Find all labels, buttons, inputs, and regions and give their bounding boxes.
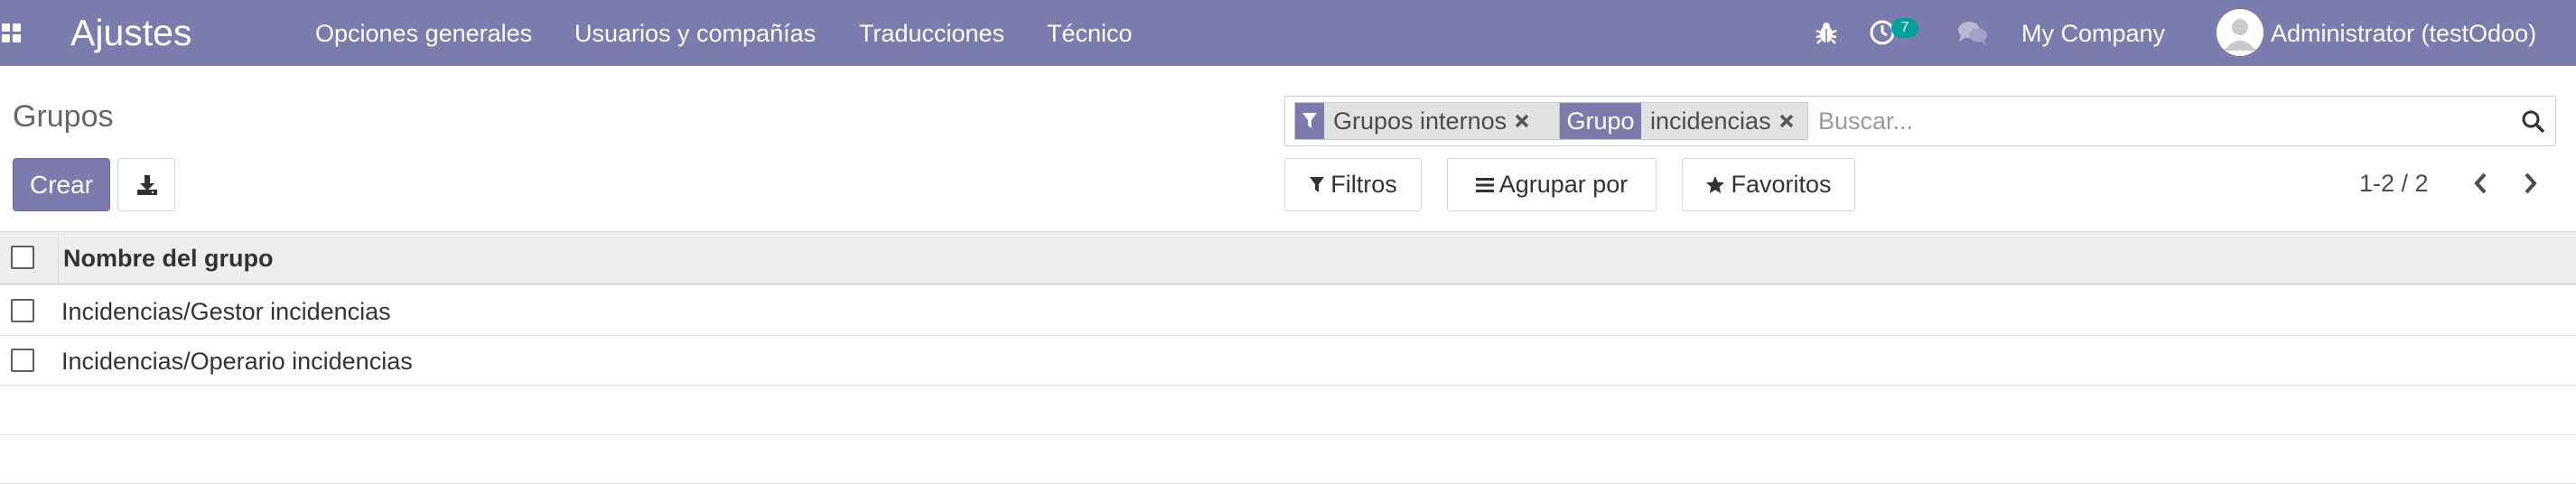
select-all-checkbox[interactable] <box>11 246 34 269</box>
filter-icon <box>1310 176 1325 192</box>
activity-count-badge: 7 <box>1891 18 1918 38</box>
remove-facet-icon[interactable] <box>1512 103 1532 139</box>
top-navbar: Ajustes Opciones generales Usuarios y co… <box>0 0 2576 66</box>
menu-usuarios-companias[interactable]: Usuarios y compañías <box>574 18 816 49</box>
filters-button[interactable]: Filtros <box>1284 158 1422 211</box>
table-row[interactable]: Incidencias/Operario incidencias <box>0 336 2576 386</box>
search-facet-grupos-internos: Grupos internos <box>1294 102 1560 140</box>
search-input[interactable] <box>1818 102 2505 140</box>
pager-value[interactable]: 1-2 / 2 <box>2359 168 2429 199</box>
table-row[interactable]: Incidencias/Gestor incidencias <box>0 286 2576 336</box>
menu-traducciones[interactable]: Traducciones <box>859 18 1004 49</box>
column-divider <box>58 232 59 284</box>
pager-next-icon[interactable] <box>2516 170 2543 197</box>
download-icon <box>137 175 157 195</box>
row-checkbox[interactable] <box>11 299 34 322</box>
list-header: Nombre del grupo <box>0 231 2576 285</box>
search-facet-grupo-incidencias: Grupo incidencias <box>1559 102 1808 140</box>
create-button[interactable]: Crear <box>13 158 110 211</box>
facet-value: Grupos internos <box>1333 107 1507 135</box>
company-switcher[interactable]: My Company <box>2021 18 2165 49</box>
favorites-label: Favoritos <box>1731 171 1832 198</box>
menu-tecnico[interactable]: Técnico <box>1047 18 1133 49</box>
app-title[interactable]: Ajustes <box>70 11 191 54</box>
filter-icon <box>1295 103 1324 139</box>
empty-row <box>0 435 2576 484</box>
user-menu[interactable]: Administrator (testOdoo) <box>2271 18 2536 49</box>
search-icon[interactable] <box>2521 109 2546 135</box>
facet-label: Grupo <box>1560 103 1641 139</box>
group-by-button[interactable]: Agrupar por <box>1447 158 1657 211</box>
apps-grid-icon[interactable] <box>2 23 22 43</box>
empty-row <box>0 386 2576 435</box>
group-by-label: Agrupar por <box>1498 171 1629 198</box>
bug-icon[interactable] <box>1814 20 1839 45</box>
pager-previous-icon[interactable] <box>2468 170 2495 197</box>
favorites-button[interactable]: Favoritos <box>1682 158 1855 211</box>
menu-opciones-generales[interactable]: Opciones generales <box>315 18 532 49</box>
list-icon <box>1475 177 1494 192</box>
star-icon <box>1706 175 1725 193</box>
row-checkbox[interactable] <box>11 349 34 372</box>
chat-bubbles-icon[interactable] <box>1956 20 1989 47</box>
filters-label: Filtros <box>1330 171 1397 198</box>
row-name: Incidencias/Operario incidencias <box>61 348 413 375</box>
breadcrumb-title: Grupos <box>13 99 114 134</box>
row-name: Incidencias/Gestor incidencias <box>61 298 391 325</box>
avatar[interactable] <box>2217 9 2263 56</box>
export-button[interactable] <box>117 158 175 211</box>
remove-facet-icon[interactable] <box>1777 103 1797 139</box>
facet-value: incidencias <box>1650 107 1771 135</box>
column-header-name[interactable]: Nombre del grupo <box>63 243 274 274</box>
search-bar[interactable]: Grupos internos Grupo incidencias <box>1284 96 2556 146</box>
